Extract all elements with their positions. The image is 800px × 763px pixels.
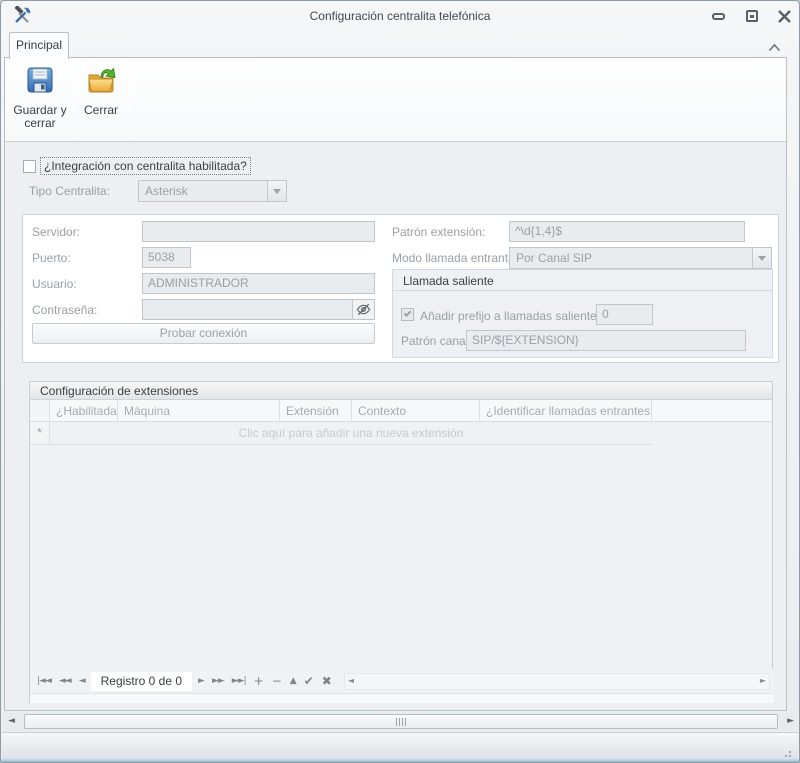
resize-grip-icon[interactable] bbox=[789, 751, 791, 753]
record-count-label: Registro 0 de 0 bbox=[91, 672, 192, 691]
dialog-window: Configuración centralita telefónica Prin… bbox=[0, 0, 800, 763]
grid-col-identificar[interactable]: ¿Identificar llamadas entrantes? bbox=[480, 400, 652, 421]
scroll-left-icon[interactable]: ◄ bbox=[348, 676, 354, 685]
servidor-input[interactable] bbox=[142, 221, 375, 242]
window-horizontal-scrollbar[interactable]: ◄ ► bbox=[4, 713, 798, 730]
nav-prev-page-button[interactable]: ◄◄ bbox=[55, 676, 75, 686]
record-navigator: |◄◄ ◄◄ ◄ Registro 0 de 0 ► ►► ►►| + − ▲ … bbox=[30, 669, 774, 693]
scrollbar-left-arrow[interactable]: ◄ bbox=[8, 716, 15, 726]
nav-next-button[interactable]: ► bbox=[194, 676, 208, 686]
tipo-centralita-value: Asterisk bbox=[145, 184, 264, 198]
integration-checkbox-label[interactable]: ¿Integración con centralita habilitada? bbox=[40, 157, 251, 175]
nav-delete-button[interactable]: − bbox=[268, 674, 286, 688]
prefijo-checkbox[interactable] bbox=[401, 308, 414, 321]
close-icon bbox=[778, 10, 791, 23]
save-icon bbox=[24, 64, 56, 96]
usuario-label: Usuario: bbox=[32, 277, 77, 291]
chevron-down-icon bbox=[758, 256, 766, 261]
extensions-panel-title: Configuración de extensiones bbox=[30, 382, 772, 400]
patron-canal-label: Patrón canal: bbox=[401, 334, 472, 348]
patron-canal-input[interactable]: SIP/${EXTENSION} bbox=[466, 330, 746, 351]
ribbon: Guardar y cerrar Cerrar bbox=[5, 58, 786, 142]
scrollbar-thumb[interactable] bbox=[24, 714, 778, 729]
contrasena-input[interactable] bbox=[142, 299, 375, 320]
grid-col-contexto[interactable]: Contexto bbox=[352, 400, 480, 421]
grid-footer-strip bbox=[30, 693, 774, 703]
puerto-label: Puerto: bbox=[32, 251, 71, 265]
cerrar-button[interactable]: Cerrar bbox=[76, 60, 126, 138]
nav-add-button[interactable]: + bbox=[250, 674, 268, 688]
nav-last-button[interactable]: ►►| bbox=[228, 676, 250, 686]
contrasena-label: Contraseña: bbox=[32, 303, 97, 317]
nav-cancel-button[interactable]: ✖ bbox=[318, 674, 336, 688]
scroll-right-icon[interactable]: ► bbox=[760, 676, 766, 685]
scrollbar-right-arrow[interactable]: ► bbox=[787, 716, 794, 726]
chevron-up-icon bbox=[768, 43, 781, 52]
grid-horizontal-scrollbar[interactable]: ◄ ► bbox=[344, 673, 770, 690]
grid-col-empty bbox=[652, 400, 774, 421]
ribbon-separator bbox=[73, 61, 74, 137]
check-icon bbox=[404, 309, 412, 317]
modo-llamada-label: Modo llamada entrante: bbox=[392, 251, 518, 265]
nav-prev-button[interactable]: ◄ bbox=[75, 676, 89, 686]
modo-llamada-value: Por Canal SIP bbox=[516, 251, 749, 265]
password-reveal-button[interactable] bbox=[352, 300, 374, 319]
title-bar[interactable]: Configuración centralita telefónica bbox=[1, 1, 799, 31]
eye-slash-icon bbox=[356, 302, 371, 317]
chevron-down-icon bbox=[273, 189, 281, 194]
window-bottom-edge bbox=[1, 759, 799, 762]
probar-conexion-button[interactable]: Probar conexión bbox=[32, 323, 375, 344]
dropdown-button[interactable] bbox=[752, 248, 771, 268]
save-and-close-label: Guardar y cerrar bbox=[9, 104, 71, 130]
nav-post-button[interactable]: ✔ bbox=[300, 674, 318, 688]
grid-col-extension[interactable]: Extensión bbox=[280, 400, 352, 421]
integration-checkbox[interactable] bbox=[23, 160, 36, 173]
grid-indicator-header bbox=[30, 400, 50, 421]
nav-edit-button[interactable]: ▲ bbox=[286, 676, 300, 686]
grid-new-row[interactable]: * Clic aquí para añadir una nueva extens… bbox=[30, 422, 774, 445]
minimize-button[interactable] bbox=[707, 7, 729, 25]
patron-extension-input[interactable]: ^\d{1,4}$ bbox=[509, 221, 745, 242]
new-row-indicator-icon: * bbox=[30, 422, 50, 445]
scrollbar-grip-icon bbox=[396, 718, 407, 726]
patron-extension-label: Patrón extensión: bbox=[392, 225, 485, 239]
maximize-icon bbox=[746, 10, 758, 22]
dropdown-button[interactable] bbox=[267, 181, 286, 201]
modo-llamada-select[interactable]: Por Canal SIP bbox=[509, 247, 772, 269]
nav-first-button[interactable]: |◄◄ bbox=[33, 676, 55, 686]
prefijo-input[interactable]: 0 bbox=[596, 304, 653, 325]
cerrar-label: Cerrar bbox=[76, 104, 126, 117]
usuario-input[interactable]: ADMINISTRADOR bbox=[142, 273, 375, 294]
maximize-button[interactable] bbox=[741, 7, 763, 25]
exit-folder-icon bbox=[85, 64, 117, 96]
puerto-input[interactable]: 5038 bbox=[142, 247, 191, 268]
grid-col-maquina[interactable]: Máquina bbox=[118, 400, 280, 421]
ribbon-separator bbox=[129, 61, 130, 137]
tipo-centralita-select[interactable]: Asterisk bbox=[138, 180, 287, 202]
connection-panel: Servidor: Puerto: 5038 Usuario: ADMINIST… bbox=[22, 214, 779, 363]
window-title: Configuración centralita telefónica bbox=[1, 9, 799, 23]
status-bar bbox=[2, 732, 798, 759]
minimize-icon bbox=[712, 13, 725, 20]
grid-header-row: ¿Habilitada? Máquina Extensión Contexto … bbox=[30, 400, 772, 422]
new-row-hint[interactable]: Clic aquí para añadir una nueva extensió… bbox=[50, 422, 652, 445]
nav-next-page-button[interactable]: ►► bbox=[208, 676, 228, 686]
grid-col-habilitada[interactable]: ¿Habilitada? bbox=[50, 400, 118, 421]
ribbon-collapse-button[interactable] bbox=[768, 39, 781, 57]
close-button[interactable] bbox=[773, 7, 795, 25]
tipo-centralita-label: Tipo Centralita: bbox=[29, 184, 110, 198]
prefijo-checkbox-label: Añadir prefijo a llamadas salientes bbox=[420, 309, 603, 323]
llamada-saliente-group: Llamada saliente Añadir prefijo a llamad… bbox=[392, 269, 773, 358]
llamada-saliente-title: Llamada saliente bbox=[393, 270, 772, 291]
tab-principal[interactable]: Principal bbox=[9, 32, 69, 59]
save-and-close-button[interactable]: Guardar y cerrar bbox=[9, 60, 71, 138]
servidor-label: Servidor: bbox=[32, 225, 80, 239]
extensions-panel: Configuración de extensiones ¿Habilitada… bbox=[29, 381, 773, 703]
